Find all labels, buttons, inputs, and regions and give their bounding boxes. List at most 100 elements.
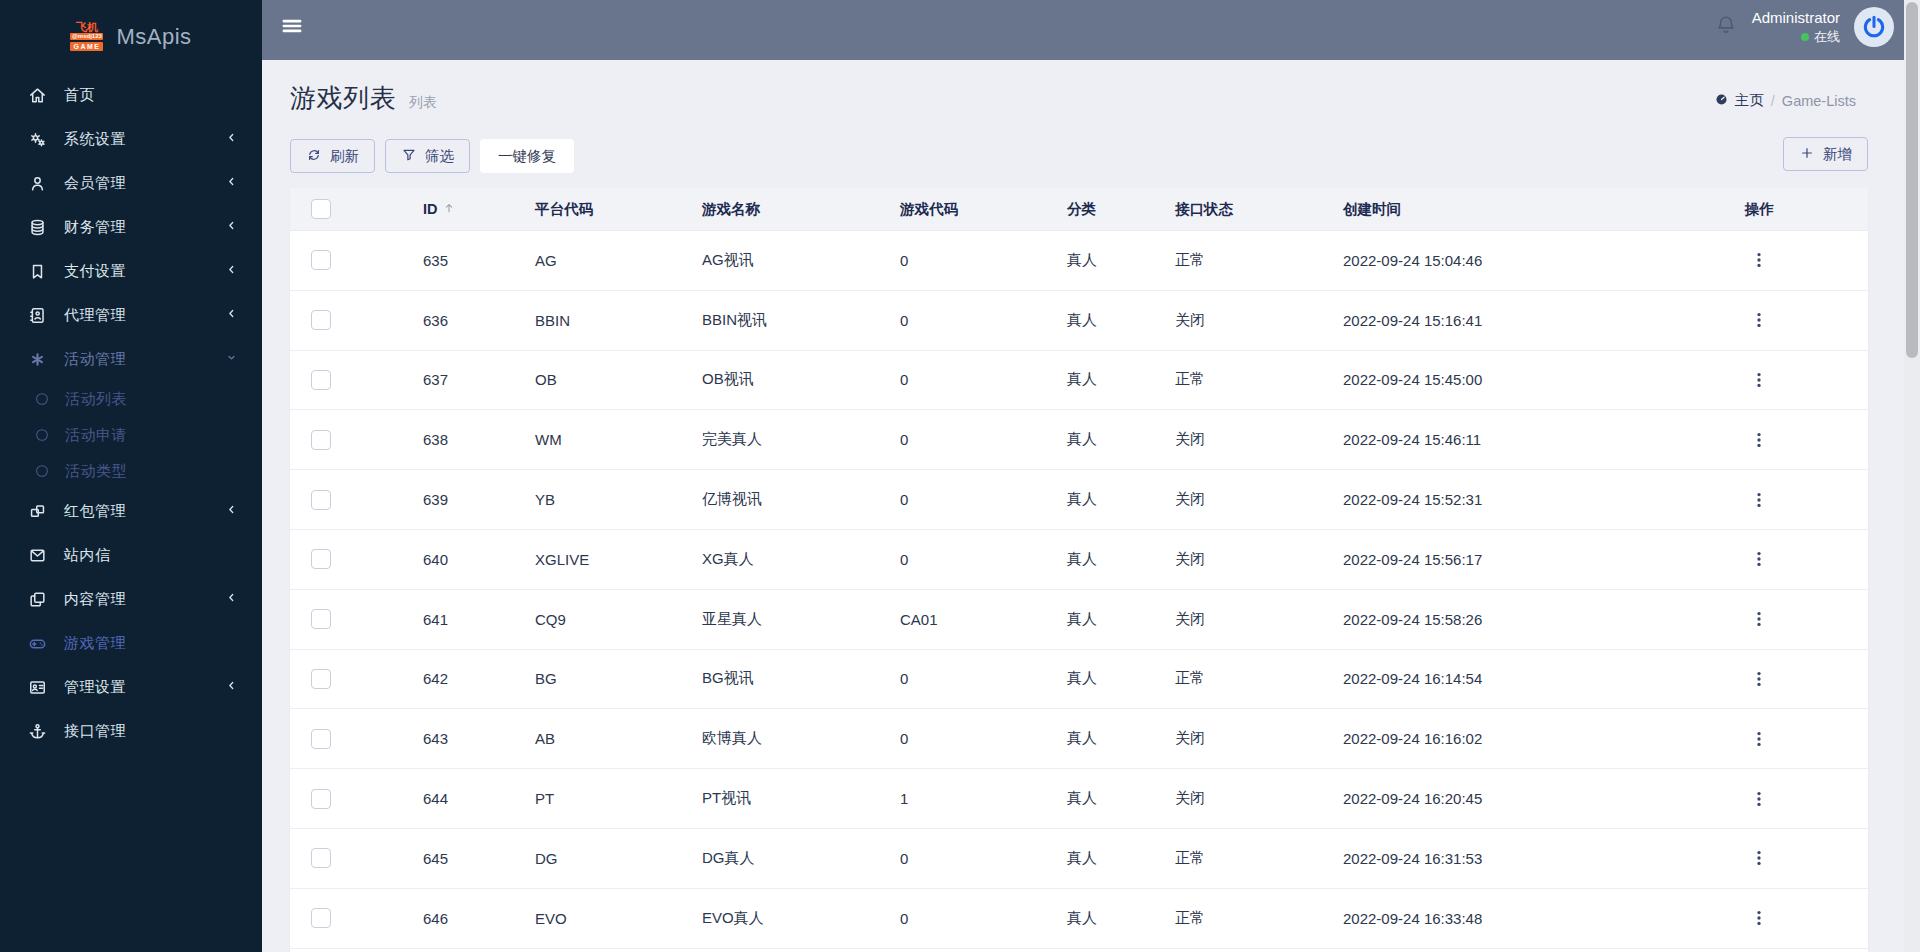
sidebar-item-home[interactable]: 首页 — [0, 73, 262, 117]
cell-id: 638 — [423, 410, 535, 470]
row-actions-kebab-icon[interactable] — [1749, 848, 1769, 868]
select-all-checkbox[interactable] — [311, 199, 331, 219]
cell-game-code: 0 — [900, 829, 1067, 889]
cell-game-code: 0 — [900, 410, 1067, 470]
page-subtitle: 列表 — [409, 94, 437, 112]
row-actions-kebab-icon[interactable] — [1749, 789, 1769, 809]
cell-id: 645 — [423, 829, 535, 889]
breadcrumb-home-link[interactable]: 主页 — [1714, 91, 1764, 110]
row-actions-kebab-icon[interactable] — [1749, 310, 1769, 330]
mail-icon — [28, 546, 47, 565]
row-checkbox[interactable] — [311, 310, 331, 330]
table-row: 641CQ9亚星真人CA01真人关闭2022-09-24 15:58:26 — [290, 590, 1868, 650]
sidebar-subitem-activity-list[interactable]: 活动列表 — [0, 381, 262, 417]
sidebar-subitem-label: 活动申请 — [65, 426, 127, 445]
add-button-label: 新增 — [1823, 145, 1852, 164]
row-checkbox[interactable] — [311, 549, 331, 569]
row-actions-kebab-icon[interactable] — [1749, 729, 1769, 749]
row-checkbox[interactable] — [311, 729, 331, 749]
sidebar-item-redpacket-management[interactable]: 红包管理 — [0, 489, 262, 533]
hamburger-menu-icon[interactable] — [279, 13, 305, 43]
user-avatar-power-button[interactable] — [1854, 7, 1894, 47]
cell-api-status: 正常 — [1175, 650, 1343, 710]
row-checkbox[interactable] — [311, 669, 331, 689]
cell-api-status: 关闭 — [1175, 291, 1343, 351]
page-head: 游戏列表 列表 — [290, 81, 437, 116]
idcard-icon — [28, 678, 47, 697]
cell-category: 真人 — [1067, 470, 1175, 530]
topbar-right: Administrator 在线 — [1714, 0, 1894, 54]
row-checkbox[interactable] — [311, 430, 331, 450]
cell-game-code: 0 — [900, 231, 1067, 291]
cell-api-status: 关闭 — [1175, 410, 1343, 470]
breadcrumb: 主页 / Game-Lists — [1714, 91, 1856, 110]
row-actions-kebab-icon[interactable] — [1749, 908, 1769, 928]
row-checkbox[interactable] — [311, 250, 331, 270]
row-checkbox[interactable] — [311, 789, 331, 809]
cell-platform-code: AB — [535, 709, 702, 769]
column-header-id[interactable]: ID — [423, 201, 438, 217]
row-checkbox[interactable] — [311, 370, 331, 390]
cell-id: 644 — [423, 769, 535, 829]
table-row: 639YB亿博视讯0真人关闭2022-09-24 15:52:31 — [290, 470, 1868, 530]
cell-id: 640 — [423, 530, 535, 590]
cell-id: 643 — [423, 709, 535, 769]
sidebar-item-payment-settings[interactable]: 支付设置 — [0, 249, 262, 293]
row-checkbox[interactable] — [311, 848, 331, 868]
row-checkbox[interactable] — [311, 490, 331, 510]
cell-platform-code: EVO — [535, 889, 702, 949]
sidebar-item-site-message[interactable]: 站内信 — [0, 533, 262, 577]
row-actions-kebab-icon[interactable] — [1749, 430, 1769, 450]
row-actions-kebab-icon[interactable] — [1749, 609, 1769, 629]
table-body: 635AGAG视讯0真人正常2022-09-24 15:04:46636BBIN… — [290, 231, 1868, 949]
sidebar-item-agent-management[interactable]: 代理管理 — [0, 293, 262, 337]
sidebar-item-finance-management[interactable]: 财务管理 — [0, 205, 262, 249]
brand[interactable]: 飞机 @msdj123 GAME MsApis — [0, 0, 262, 73]
cell-platform-code: OB — [535, 351, 702, 411]
brand-logo: 飞机 @msdj123 GAME — [70, 22, 103, 51]
toolbar: 刷新 筛选 一键修复 — [290, 139, 574, 173]
row-checkbox[interactable] — [311, 609, 331, 629]
cell-created-at: 2022-09-24 15:56:17 — [1343, 530, 1650, 590]
row-actions-kebab-icon[interactable] — [1749, 370, 1769, 390]
sidebar-item-content-management[interactable]: 内容管理 — [0, 577, 262, 621]
sidebar-item-label: 内容管理 — [64, 590, 126, 609]
sidebar-item-admin-settings[interactable]: 管理设置 — [0, 665, 262, 709]
sidebar-item-interface-management[interactable]: 接口管理 — [0, 709, 262, 753]
cell-id: 646 — [423, 889, 535, 949]
row-checkbox[interactable] — [311, 908, 331, 928]
sidebar-item-member-management[interactable]: 会员管理 — [0, 161, 262, 205]
cell-category: 真人 — [1067, 351, 1175, 411]
cell-created-at: 2022-09-24 16:33:48 — [1343, 889, 1650, 949]
chevron-left-icon — [225, 219, 238, 232]
row-actions-kebab-icon[interactable] — [1749, 549, 1769, 569]
cell-id: 636 — [423, 291, 535, 351]
cell-category: 真人 — [1067, 650, 1175, 710]
brand-logo-line3: GAME — [70, 42, 103, 51]
sidebar-item-game-management[interactable]: 游戏管理 — [0, 621, 262, 665]
circle-icon — [34, 427, 50, 443]
user-block[interactable]: Administrator 在线 — [1752, 9, 1840, 46]
cell-game-name: DG真人 — [702, 829, 900, 889]
row-actions-kebab-icon[interactable] — [1749, 669, 1769, 689]
cell-id: 635 — [423, 231, 535, 291]
sidebar-subitem-activity-apply[interactable]: 活动申请 — [0, 417, 262, 453]
add-button[interactable]: 新增 — [1783, 137, 1868, 171]
row-actions-kebab-icon[interactable] — [1749, 490, 1769, 510]
chevron-left-icon — [225, 679, 238, 692]
sidebar-subitem-activity-type[interactable]: 活动类型 — [0, 453, 262, 489]
refresh-button[interactable]: 刷新 — [290, 139, 375, 173]
row-actions-kebab-icon[interactable] — [1749, 250, 1769, 270]
one-click-fix-button[interactable]: 一键修复 — [480, 139, 574, 173]
brand-logo-line1: 飞机 — [70, 22, 103, 32]
page-title: 游戏列表 — [290, 81, 396, 116]
cell-game-name: 欧博真人 — [702, 709, 900, 769]
power-icon — [1861, 14, 1887, 40]
cell-platform-code: AG — [535, 231, 702, 291]
sidebar-item-activity-management[interactable]: 活动管理 — [0, 337, 262, 381]
sidebar-item-system-settings[interactable]: 系统设置 — [0, 117, 262, 161]
filter-button[interactable]: 筛选 — [385, 139, 470, 173]
bell-icon[interactable] — [1714, 13, 1738, 41]
scrollbar-thumb[interactable] — [1906, 2, 1918, 358]
refresh-button-label: 刷新 — [330, 147, 359, 166]
